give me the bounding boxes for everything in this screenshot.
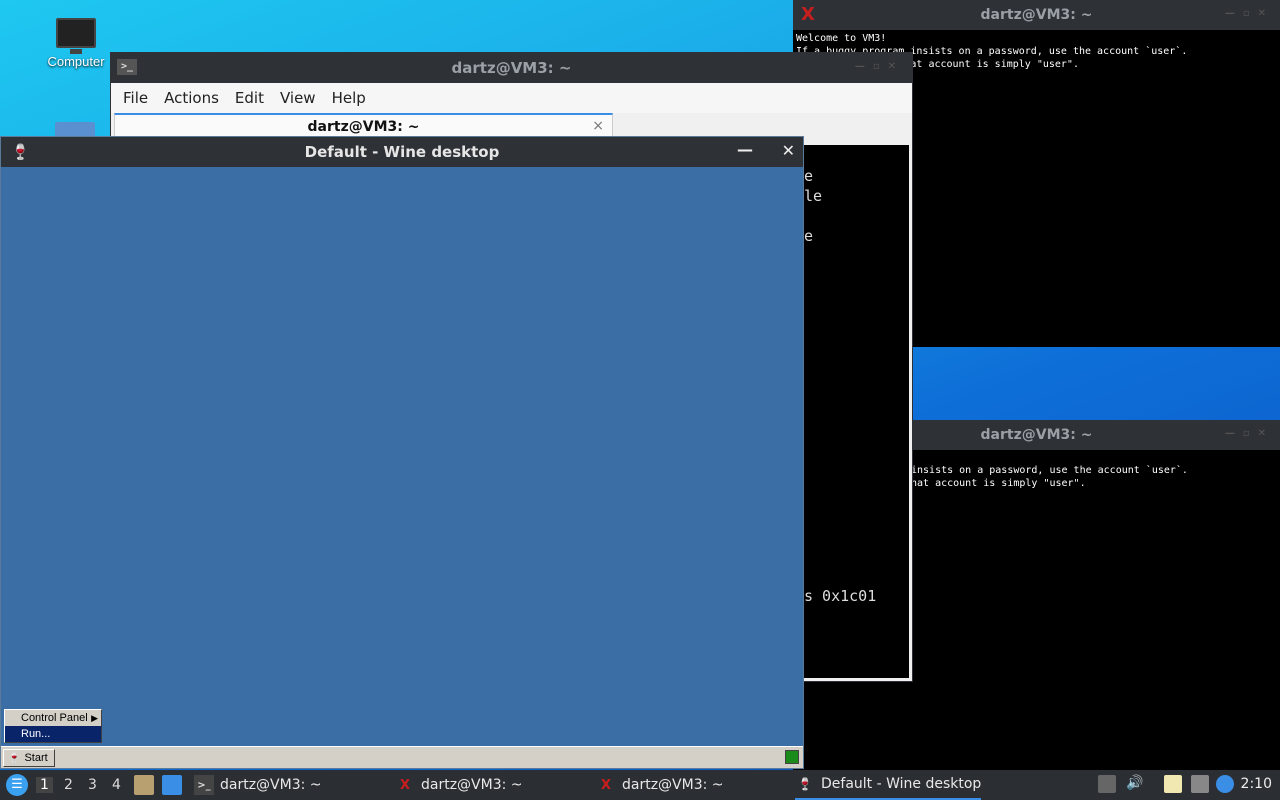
x-icon: X bbox=[600, 777, 612, 793]
wine-tray-icon[interactable] bbox=[785, 750, 799, 764]
window-title: dartz@VM3: ~ bbox=[451, 59, 572, 77]
window-title: Default - Wine desktop bbox=[304, 143, 500, 161]
wine-desktop-window[interactable]: 🍷 Default - Wine desktop — ✕ Control Pan… bbox=[0, 136, 804, 769]
window-titlebar[interactable]: X dartz@VM3: ~ —▫✕ bbox=[793, 0, 1280, 30]
terminal-fragment: le bbox=[804, 187, 823, 205]
window-title: dartz@VM3: ~ bbox=[980, 7, 1093, 23]
x-icon: X bbox=[801, 4, 815, 25]
start-menu: Control Panel ▶ Run... bbox=[4, 709, 102, 743]
terminal-icon: >_ bbox=[194, 775, 214, 795]
terminal-line: Welcome to VM3! bbox=[796, 33, 887, 44]
window-controls[interactable]: —▫✕ bbox=[1225, 428, 1274, 439]
tab-close-button[interactable]: × bbox=[592, 118, 604, 134]
taskbar-item-wine[interactable]: 🍷 Default - Wine desktop bbox=[795, 770, 982, 800]
volume-icon[interactable]: 🔊 bbox=[1126, 775, 1144, 793]
menu-help[interactable]: Help bbox=[324, 89, 374, 107]
terminal-line: hat account is simply "user". bbox=[911, 478, 1086, 489]
task-label: Default - Wine desktop bbox=[821, 776, 982, 792]
menu-bar: File Actions Edit View Help bbox=[111, 83, 912, 113]
menu-file[interactable]: File bbox=[115, 89, 156, 107]
x-icon: X bbox=[399, 777, 411, 793]
workspace-3[interactable]: 3 bbox=[88, 777, 97, 793]
menu-item-label: Run... bbox=[21, 728, 51, 740]
taskbar-item-terminal[interactable]: >_ dartz@VM3: ~ bbox=[194, 770, 322, 800]
menu-actions[interactable]: Actions bbox=[156, 89, 227, 107]
terminal-fragment: e bbox=[804, 167, 814, 185]
taskbar-item-xterm-2[interactable]: X dartz@VM3: ~ bbox=[596, 770, 724, 800]
window-titlebar[interactable]: 🍷 Default - Wine desktop — ✕ bbox=[1, 137, 803, 167]
desktop-icon-label: Computer bbox=[47, 54, 105, 69]
task-label: dartz@VM3: ~ bbox=[622, 777, 724, 793]
file-manager-icon[interactable] bbox=[134, 775, 154, 795]
task-label: dartz@VM3: ~ bbox=[421, 777, 523, 793]
window-controls[interactable]: —▫✕ bbox=[1225, 8, 1274, 19]
bottom-panel: ☰ 1 2 3 4 >_ dartz@VM3: ~ X dartz@VM3: ~… bbox=[0, 770, 1280, 800]
workspace-4[interactable]: 4 bbox=[112, 777, 121, 793]
upload-icon[interactable] bbox=[1098, 775, 1116, 793]
menu-item-run[interactable]: Run... bbox=[5, 726, 101, 742]
clipboard-icon[interactable] bbox=[1164, 775, 1182, 793]
menu-item-label: Control Panel bbox=[21, 712, 88, 724]
workspace-1[interactable]: 1 bbox=[36, 777, 53, 793]
wine-glass-icon: 🍷 bbox=[797, 777, 813, 791]
wine-glass-icon: 🍷 bbox=[11, 143, 30, 161]
start-label: Start bbox=[24, 752, 48, 764]
terminal-line: insists on a password, use the account `… bbox=[911, 465, 1188, 476]
workspace-2[interactable]: 2 bbox=[64, 777, 73, 793]
window-title: dartz@VM3: ~ bbox=[980, 427, 1093, 443]
window-controls[interactable]: —▫✕ bbox=[855, 61, 904, 72]
task-label: dartz@VM3: ~ bbox=[220, 777, 322, 793]
terminal-icon: >_ bbox=[117, 59, 137, 75]
main-menu-icon[interactable]: ☰ bbox=[6, 774, 28, 796]
close-button[interactable]: ✕ bbox=[782, 141, 795, 160]
submenu-arrow-icon: ▶ bbox=[91, 713, 98, 723]
tab-label: dartz@VM3: ~ bbox=[307, 118, 420, 135]
update-notification-icon[interactable] bbox=[1216, 775, 1234, 793]
start-button[interactable]: 🍷 Start bbox=[3, 749, 55, 767]
clock[interactable]: 2:10 bbox=[1241, 776, 1272, 792]
computer-icon bbox=[56, 18, 96, 54]
menu-edit[interactable]: Edit bbox=[227, 89, 272, 107]
taskbar-item-xterm-1[interactable]: X dartz@VM3: ~ bbox=[395, 770, 523, 800]
minimize-button[interactable]: — bbox=[737, 140, 753, 159]
network-icon[interactable] bbox=[1191, 775, 1209, 793]
menu-item-control-panel[interactable]: Control Panel ▶ bbox=[5, 710, 101, 726]
wine-glass-icon: 🍷 bbox=[8, 752, 21, 764]
desktop-icon-computer[interactable]: Computer bbox=[40, 14, 112, 69]
wine-desktop-area[interactable] bbox=[1, 167, 803, 746]
menu-view[interactable]: View bbox=[272, 89, 324, 107]
show-desktop-icon[interactable] bbox=[162, 775, 182, 795]
terminal-fragment: e bbox=[804, 227, 814, 245]
terminal-fragment: s 0x1c01 bbox=[804, 587, 877, 605]
wine-taskbar: 🍷 Start bbox=[1, 746, 803, 768]
window-titlebar[interactable]: >_ dartz@VM3: ~ —▫✕ bbox=[111, 53, 912, 83]
